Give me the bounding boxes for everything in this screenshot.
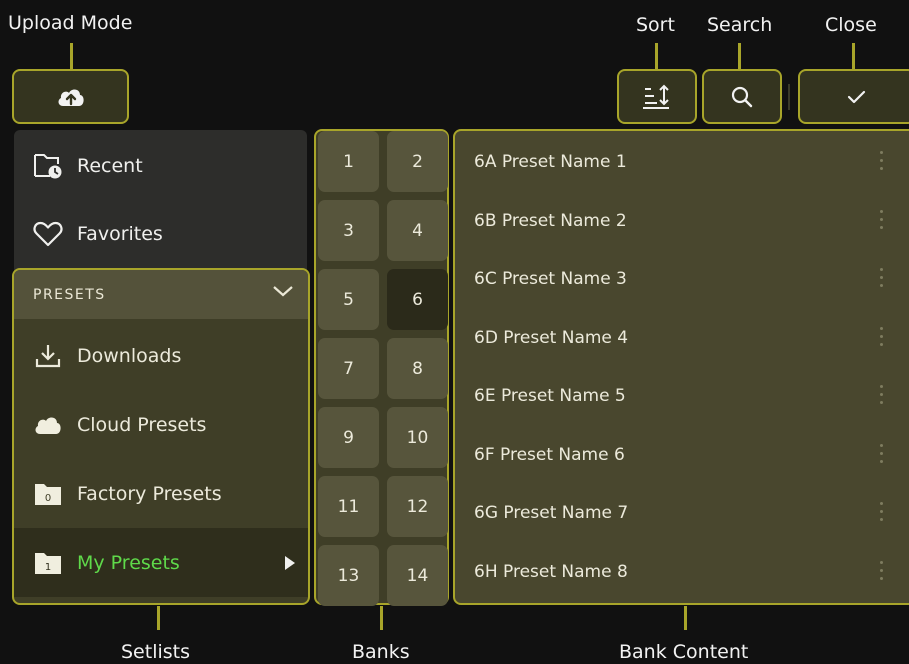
preset-row[interactable]: 6F Preset Name 6 [455,426,909,484]
callout-upload-mode: Upload Mode [8,12,133,34]
presets-section: PRESETS Downloads Cloud Presets 0 Factor… [12,268,310,605]
preset-name: 6H Preset Name 8 [474,561,628,582]
callout-line [157,606,160,630]
more-options-icon[interactable] [877,268,885,292]
more-options-icon[interactable] [877,560,885,585]
download-icon [31,339,65,373]
sort-button[interactable] [617,69,697,124]
more-options-icon[interactable] [877,443,885,468]
bank-button-13[interactable]: 13 [318,545,379,606]
bank-button-10[interactable]: 10 [387,407,448,468]
sidebar-item-label: Cloud Presets [77,413,207,436]
callout-close: Close [825,14,877,36]
presets-header-label: PRESETS [33,286,106,303]
banks-panel: 1 2 3 4 5 6 7 8 9 10 11 12 13 14 [314,129,449,606]
bank-button-9[interactable]: 9 [318,407,379,468]
close-button[interactable] [798,69,909,124]
sidebar-item-label: Favorites [77,223,163,245]
preset-row[interactable]: 6H Preset Name 8 [455,543,909,601]
preset-name: 6F Preset Name 6 [474,444,625,465]
sidebar-item-label: My Presets [77,551,180,574]
bank-button-11[interactable]: 11 [318,476,379,537]
callout-search: Search [707,14,773,36]
svg-text:0: 0 [45,493,51,504]
sidebar-item-favorites[interactable]: Favorites [14,202,307,266]
svg-text:1: 1 [45,562,51,573]
chevron-down-icon [273,286,293,297]
preset-name: 6D Preset Name 4 [474,327,629,348]
play-arrow-icon [285,556,295,570]
bank-button-4[interactable]: 4 [387,200,448,261]
folder-1-icon: 1 [31,546,65,580]
preset-name: 6G Preset Name 7 [474,503,629,523]
callout-banks: Banks [352,641,410,663]
presets-header[interactable]: PRESETS [14,270,308,319]
more-options-icon[interactable] [877,151,885,175]
callout-line [852,43,855,70]
bank-button-8[interactable]: 8 [387,338,448,399]
bank-button-3[interactable]: 3 [318,200,379,261]
sidebar-item-cloud-presets[interactable]: Cloud Presets [14,390,308,459]
more-options-icon[interactable] [877,502,885,526]
check-icon [847,90,866,103]
sidebar-item-my-presets[interactable]: 1 My Presets [14,528,308,597]
preset-row[interactable]: 6G Preset Name 7 [455,484,909,542]
bank-content-panel: 6A Preset Name 1 6B Preset Name 2 6C Prese… [453,129,909,605]
callout-bank-content: Bank Content [619,641,749,663]
more-options-icon[interactable] [877,326,885,351]
preset-row[interactable]: 6A Preset Name 1 [455,133,909,191]
more-options-icon[interactable] [877,209,885,234]
bank-button-6[interactable]: 6 [387,269,448,330]
upload-mode-button[interactable] [12,69,129,124]
bank-button-2[interactable]: 2 [387,131,448,192]
toolbar-divider [788,84,790,110]
preset-name: 6A Preset Name 1 [474,152,627,172]
sidebar-item-label: Downloads [77,344,182,367]
preset-row[interactable]: 6D Preset Name 4 [455,309,909,367]
search-icon [731,86,753,107]
sidebar-item-label: Factory Presets [77,482,222,505]
heart-icon [31,217,65,251]
cloud-icon [31,408,65,442]
bank-button-12[interactable]: 12 [387,476,448,537]
setlists-panel: Recent Favorites [14,130,307,275]
preset-row[interactable]: 6E Preset Name 5 [455,367,909,425]
sidebar-item-downloads[interactable]: Downloads [14,321,308,390]
preset-name: 6C Preset Name 3 [474,269,627,289]
folder-0-icon: 0 [31,477,65,511]
callout-line [738,43,741,70]
bank-button-1[interactable]: 1 [318,131,379,192]
sort-icon [643,84,669,109]
sidebar-item-factory-presets[interactable]: 0 Factory Presets [14,459,308,528]
callout-line [655,43,658,70]
preset-name: 6E Preset Name 5 [474,386,626,406]
sidebar-item-label: Recent [77,155,143,177]
preset-name: 6B Preset Name 2 [474,210,627,231]
cloud-upload-icon [58,88,84,106]
callout-line [70,43,73,70]
callout-setlists: Setlists [121,641,191,663]
search-button[interactable] [702,69,782,124]
more-options-icon[interactable] [877,385,885,409]
preset-row[interactable]: 6B Preset Name 2 [455,192,909,250]
sidebar-item-recent[interactable]: Recent [14,134,307,198]
bank-button-7[interactable]: 7 [318,338,379,399]
bank-button-5[interactable]: 5 [318,269,379,330]
callout-line [684,606,687,630]
preset-row[interactable]: 6C Preset Name 3 [455,250,909,308]
folder-clock-icon [31,149,65,183]
callout-line [380,606,383,630]
callout-sort: Sort [636,14,675,36]
bank-button-14[interactable]: 14 [387,545,448,606]
